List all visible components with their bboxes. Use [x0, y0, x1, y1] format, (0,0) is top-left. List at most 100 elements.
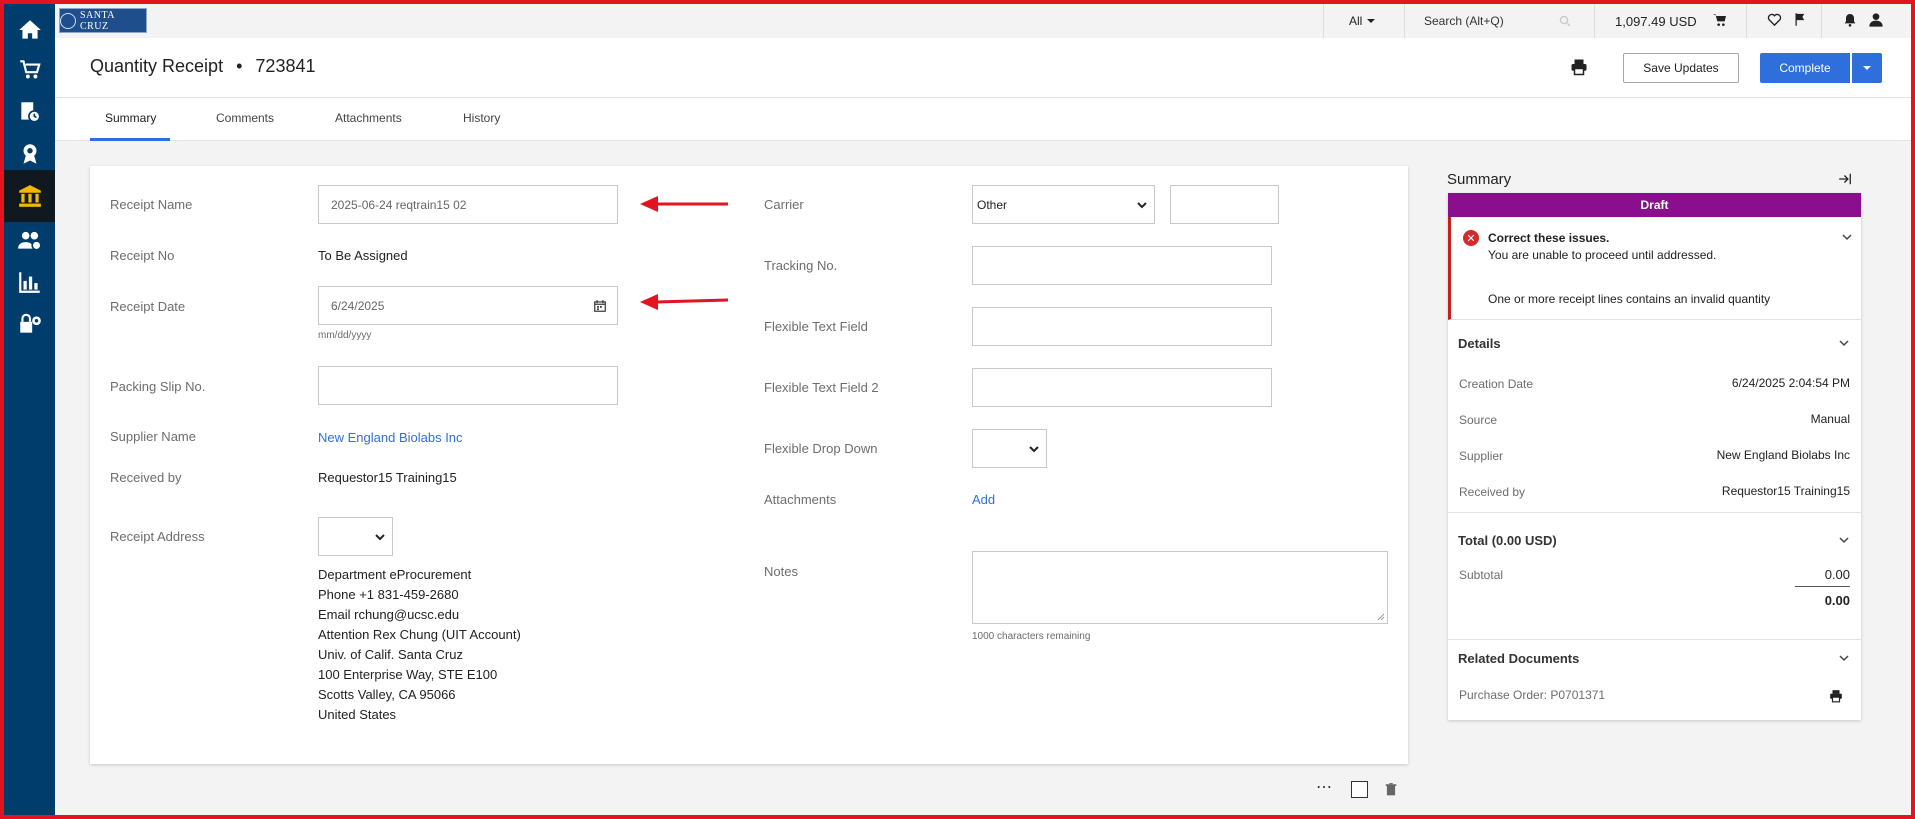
- user-profile-icon[interactable]: [1868, 12, 1884, 28]
- received-by-value: Requestor15 Training15: [1721, 484, 1850, 498]
- flexible-drop-down-select[interactable]: [972, 429, 1047, 468]
- chevron-down-icon[interactable]: [1838, 652, 1850, 664]
- address-line: Scotts Valley, CA 95066: [318, 687, 456, 702]
- collapse-panel-icon[interactable]: [1838, 172, 1852, 186]
- divider: [1594, 4, 1595, 38]
- source-label: Source: [1459, 413, 1498, 427]
- delete-trash-icon[interactable]: [1384, 782, 1398, 797]
- notes-textarea[interactable]: [972, 551, 1388, 624]
- chevron-down-icon[interactable]: [1838, 534, 1850, 546]
- received-by-label: Received by: [110, 470, 182, 485]
- save-updates-button[interactable]: Save Updates: [1623, 53, 1739, 83]
- receipt-date-value: 6/24/2025: [331, 298, 385, 313]
- total-rule: [1795, 586, 1850, 587]
- receipt-address-block: Department eProcurement Phone +1 831-459…: [318, 565, 521, 725]
- carrier-select[interactable]: Other: [972, 185, 1155, 224]
- chevron-down-icon[interactable]: [1838, 337, 1850, 349]
- error-subtitle: You are unable to proceed until addresse…: [1488, 248, 1717, 262]
- select-checkbox[interactable]: [1351, 781, 1368, 798]
- summary-panel: Draft ✕ Correct these issues. You are un…: [1448, 193, 1861, 720]
- attachments-add-link[interactable]: Add: [972, 492, 995, 507]
- total-value: 0.00: [1824, 593, 1850, 608]
- print-icon[interactable]: [1829, 689, 1843, 703]
- admin-settings-lock-icon[interactable]: [4, 298, 55, 350]
- purchase-order-link[interactable]: Purchase Order: P0701371: [1459, 688, 1605, 702]
- notifications-bell-icon[interactable]: [1842, 12, 1858, 28]
- favorites-heart-icon[interactable]: [1767, 12, 1782, 27]
- packing-slip-input[interactable]: [318, 366, 618, 405]
- creation-date-label: Creation Date: [1459, 377, 1534, 391]
- related-documents-header[interactable]: Related Documents: [1458, 651, 1579, 666]
- carrier-value: Other: [977, 197, 1008, 212]
- divider: [1821, 4, 1822, 38]
- address-line: 100 Enterprise Way, STE E100: [318, 667, 498, 682]
- calendar-icon[interactable]: [593, 299, 607, 313]
- flexible-text-field-2-input[interactable]: [972, 368, 1272, 407]
- supplier-name-link[interactable]: New England Biolabs Inc: [318, 430, 463, 445]
- chevron-down-icon: [375, 534, 385, 541]
- title-separator: •: [236, 56, 243, 76]
- status-text: Draft: [1640, 198, 1669, 212]
- receipt-name-label: Receipt Name: [110, 197, 193, 212]
- subtotal-value: 0.00: [1824, 567, 1850, 582]
- address-line: Department eProcurement: [318, 567, 472, 582]
- receipt-date-input[interactable]: 6/24/2025: [318, 286, 618, 325]
- address-line: Attention Rex Chung (UIT Account): [318, 627, 521, 642]
- tab-summary[interactable]: Summary: [105, 111, 156, 125]
- receipt-date-label: Receipt Date: [110, 299, 186, 314]
- receipt-name-input[interactable]: 2025-06-24 reqtrain15 02: [318, 185, 618, 224]
- received-by-value: Requestor15 Training15: [318, 470, 457, 485]
- supplier-link[interactable]: New England Biolabs Inc: [1717, 448, 1850, 462]
- flexible-text-field-input[interactable]: [972, 307, 1272, 346]
- divider: [1404, 4, 1405, 38]
- tab-history[interactable]: History: [463, 111, 500, 125]
- resize-handle-icon[interactable]: [1377, 613, 1385, 621]
- chevron-down-icon: [1029, 446, 1039, 453]
- search-icon[interactable]: [1559, 15, 1571, 27]
- receipt-no-label: Receipt No: [110, 248, 175, 263]
- cart-icon[interactable]: [1712, 12, 1728, 28]
- flag-icon[interactable]: [1793, 12, 1808, 27]
- address-line: Univ. of Calif. Santa Cruz: [318, 647, 463, 662]
- address-line: Phone +1 831-459-2680: [318, 587, 459, 602]
- search-input[interactable]: Search (Alt+Q): [1424, 4, 1584, 38]
- address-line: United States: [318, 707, 397, 722]
- flexible-drop-down-label: Flexible Drop Down: [764, 441, 878, 456]
- divider: [1448, 639, 1861, 640]
- tracking-no-input[interactable]: [972, 246, 1272, 285]
- receipt-address-select[interactable]: [318, 517, 393, 556]
- more-options-icon[interactable]: ⋯: [1316, 777, 1332, 797]
- chevron-down-icon[interactable]: [1841, 231, 1853, 243]
- print-icon[interactable]: [1570, 58, 1588, 76]
- subtotal-label: Subtotal: [1459, 568, 1504, 582]
- search-scope-dropdown[interactable]: All: [1349, 4, 1376, 38]
- tracking-no-label: Tracking No.: [764, 258, 838, 273]
- address-line: Email rchung@ucsc.edu: [318, 607, 460, 622]
- receipt-number: 723841: [255, 56, 316, 76]
- date-format-hint: mm/dd/yyyy: [318, 330, 372, 341]
- error-close-icon: ✕: [1463, 230, 1479, 246]
- status-badge: Draft: [1448, 193, 1861, 217]
- complete-options-dropdown[interactable]: [1852, 53, 1882, 83]
- flexible-text-field-label: Flexible Text Field: [764, 319, 868, 334]
- annotation-arrow-icon: [640, 294, 729, 310]
- notes-label: Notes: [764, 564, 798, 579]
- complete-button[interactable]: Complete: [1760, 53, 1850, 83]
- complete-label: Complete: [1779, 61, 1831, 75]
- caret-down-icon: [1863, 66, 1871, 70]
- summary-panel-title: Summary: [1447, 171, 1512, 188]
- tab-attachments[interactable]: Attachments: [335, 111, 402, 125]
- page-title-text: Quantity Receipt: [90, 56, 224, 76]
- packing-slip-label: Packing Slip No.: [110, 379, 206, 394]
- tab-comments[interactable]: Comments: [216, 111, 274, 125]
- tab-bar: Summary Comments Attachments History: [55, 98, 1911, 141]
- details-section-header[interactable]: Details: [1458, 336, 1501, 351]
- cart-total[interactable]: 1,097.49 USD: [1615, 4, 1697, 38]
- top-bar: SANTA CRUZ All Search (Alt+Q) 1,097.49 U…: [55, 4, 1911, 38]
- notes-characters-remaining: 1000 characters remaining: [972, 631, 1091, 642]
- receipt-form-card: Receipt Name 2025-06-24 reqtrain15 02 Re…: [90, 166, 1408, 764]
- ucsc-logo[interactable]: SANTA CRUZ: [59, 8, 147, 33]
- carrier-other-input[interactable]: [1170, 185, 1279, 224]
- flexible-text-field-2-label: Flexible Text Field 2: [764, 380, 879, 395]
- total-section-header[interactable]: Total (0.00 USD): [1458, 533, 1557, 548]
